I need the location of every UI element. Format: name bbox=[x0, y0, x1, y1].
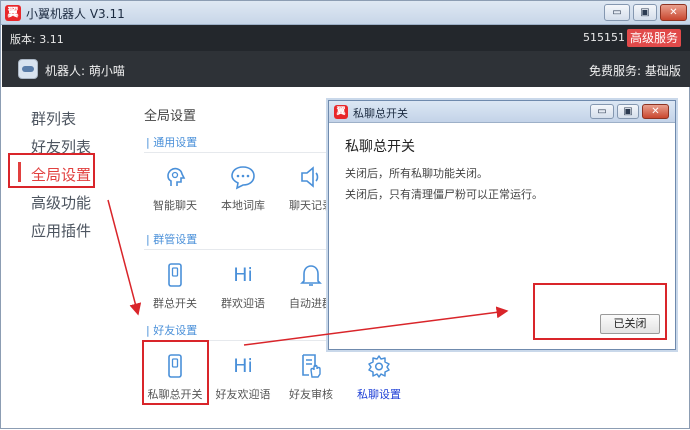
app-window: 翼 小翼机器人 V3.11 ▭ ▣ ✕ 版本: 3.11 515151 高级服务… bbox=[0, 0, 690, 429]
annotation-arrows bbox=[107, 199, 509, 346]
arrow-to-closed-button bbox=[243, 306, 509, 346]
arrow-to-private-switch bbox=[107, 199, 142, 316]
